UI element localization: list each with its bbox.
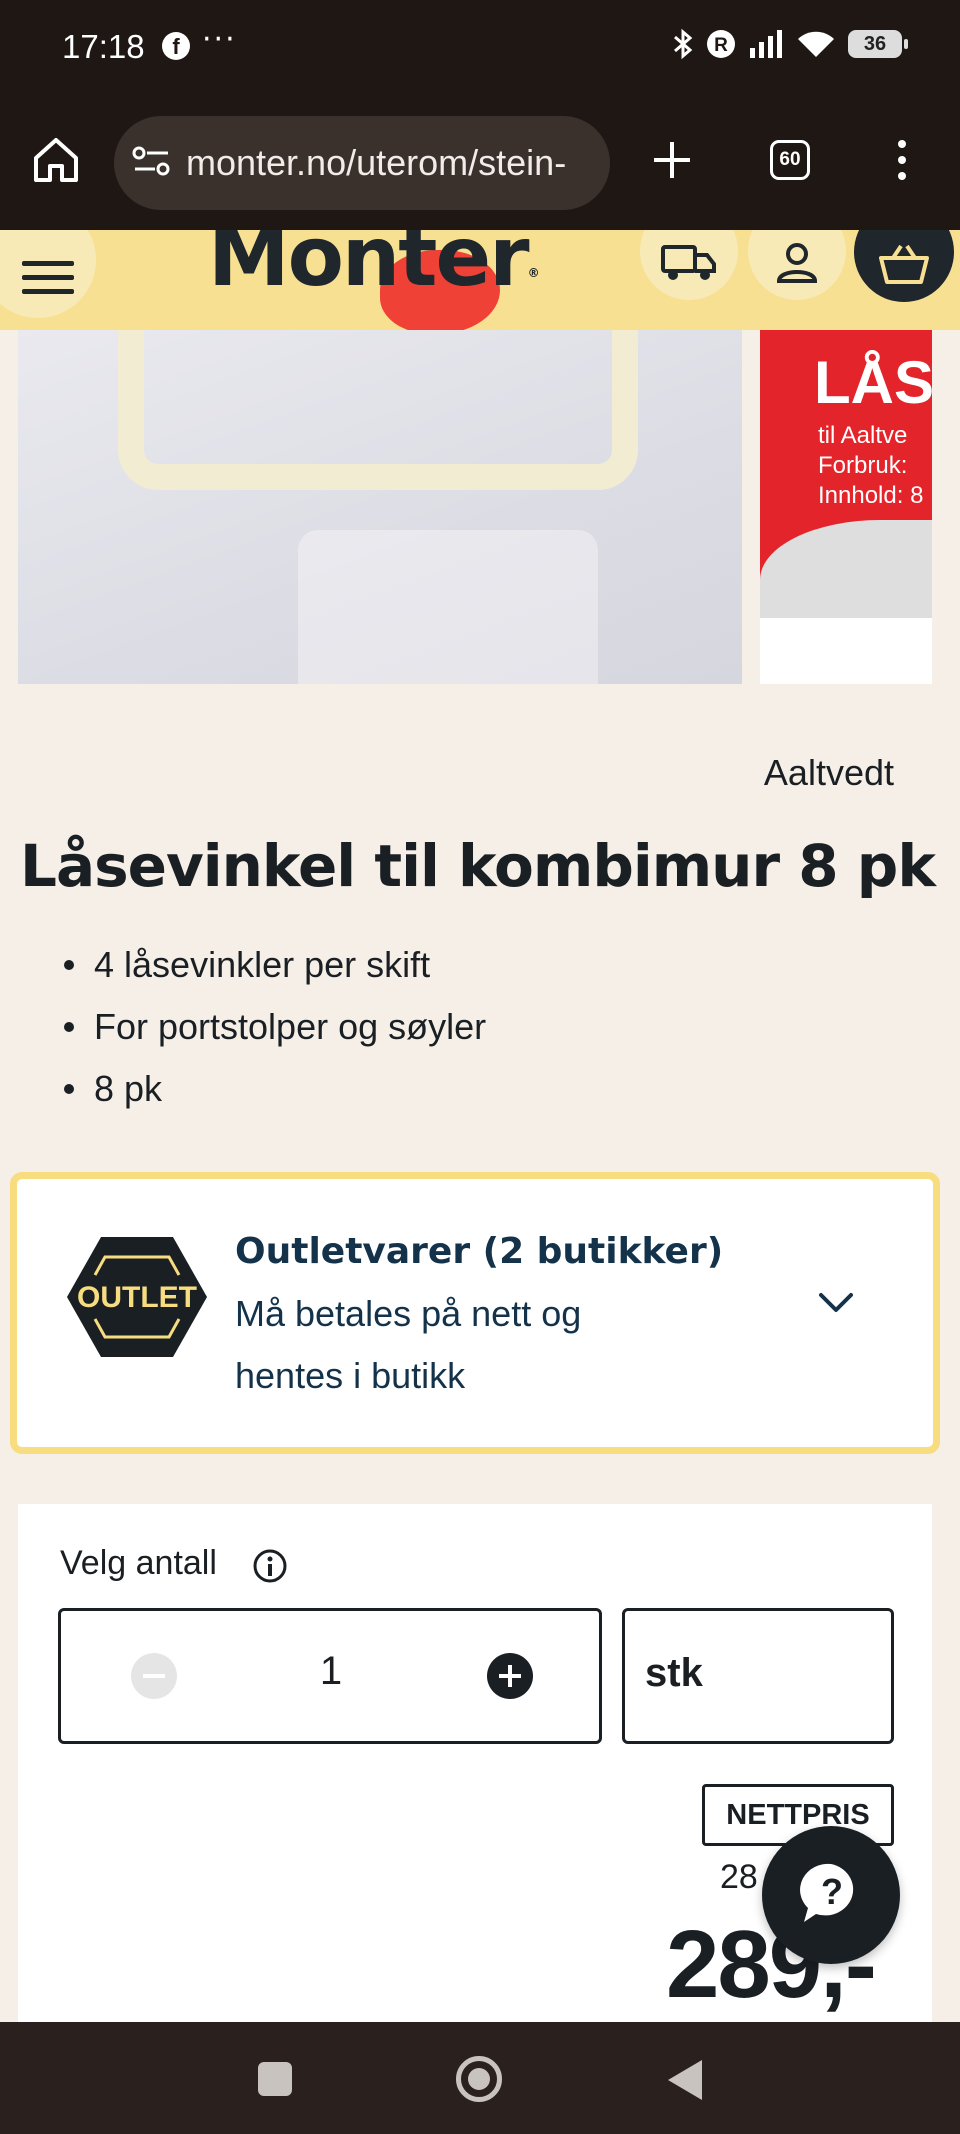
package-title: LÅS: [814, 349, 932, 416]
quantity-stepper[interactable]: 1: [58, 1608, 602, 1744]
back-icon[interactable]: [668, 2060, 702, 2100]
url-text[interactable]: monter.no/uterom/stein-: [186, 142, 566, 184]
product-features: 4 låsevinkler per skift For portstolper …: [64, 934, 486, 1120]
battery-icon: 36: [848, 30, 908, 58]
browser-toolbar: monter.no/uterom/stein- 60: [0, 96, 960, 230]
help-chat-button[interactable]: ?: [762, 1826, 900, 1964]
account-button[interactable]: [748, 230, 846, 300]
facebook-icon: f: [162, 32, 190, 60]
product-photo-handle: [118, 330, 638, 490]
info-icon[interactable]: [252, 1548, 288, 1588]
svg-text:OUTLET: OUTLET: [77, 1281, 197, 1314]
feature-item: 4 låsevinkler per skift: [64, 934, 486, 996]
product-title: Låsevinkel til kombimur 8 pk: [20, 832, 936, 900]
status-bar: 17:18 f ··· R 36: [0, 0, 960, 96]
menu-button[interactable]: [0, 230, 96, 318]
quantity-label: Velg antall: [60, 1544, 217, 1582]
system-icons: R 36: [672, 28, 908, 60]
wifi-icon: [796, 29, 836, 59]
home-icon[interactable]: [30, 134, 82, 190]
cart-icon: [879, 244, 929, 288]
system-navigation-bar: [0, 2022, 960, 2134]
cart-button[interactable]: [854, 230, 954, 302]
home-circle-icon[interactable]: [456, 2056, 502, 2102]
svg-text:?: ?: [821, 1871, 843, 1912]
delivery-button[interactable]: [640, 230, 738, 300]
more-dots-icon: ···: [202, 22, 237, 57]
unit-field: stk: [622, 1608, 894, 1744]
address-bar[interactable]: monter.no/uterom/stein-: [114, 116, 610, 210]
menu-icon: [22, 259, 74, 301]
package-line: Innhold: 8: [818, 482, 924, 509]
outlet-badge-icon: OUTLET: [65, 1235, 209, 1363]
unit-label: stk: [645, 1651, 703, 1695]
recents-icon[interactable]: [258, 2062, 292, 2096]
original-price: 28: [720, 1858, 758, 1896]
package-line: Forbruk:: [818, 452, 908, 479]
monter-logo[interactable]: Monter®: [208, 230, 540, 330]
svg-text:R: R: [714, 35, 728, 56]
question-bubble-icon: ?: [796, 1858, 866, 1932]
site-header: Monter®: [0, 230, 960, 330]
bluetooth-icon: [672, 28, 694, 60]
feature-item: 8 pk: [64, 1058, 486, 1120]
outlet-panel[interactable]: OUTLET Outletvarer (2 butikker) Må betal…: [10, 1172, 940, 1454]
more-menu-icon[interactable]: [888, 138, 916, 186]
product-image-gallery[interactable]: LÅS til Aaltve Forbruk: Innhold: 8: [0, 330, 960, 684]
feature-item: For portstolper og søyler: [64, 996, 486, 1058]
new-tab-icon[interactable]: [650, 138, 694, 186]
product-image[interactable]: [18, 330, 742, 684]
user-icon: [775, 241, 819, 289]
decrease-quantity-button[interactable]: [131, 1653, 177, 1699]
product-image-next[interactable]: LÅS til Aaltve Forbruk: Innhold: 8: [760, 330, 932, 684]
signal-icon: [748, 30, 784, 58]
clock: 17:18: [62, 28, 145, 65]
truck-icon: [661, 243, 717, 287]
outlet-title: Outletvarer (2 butikker): [235, 1231, 724, 1272]
package-line: til Aaltve: [818, 422, 908, 449]
site-settings-icon[interactable]: [132, 144, 172, 182]
chevron-down-icon[interactable]: [817, 1291, 855, 1319]
brand-link[interactable]: Aaltvedt: [764, 752, 894, 794]
product-photo-shape: [298, 530, 598, 684]
increase-quantity-button[interactable]: [487, 1653, 533, 1699]
r-badge-icon: R: [706, 29, 736, 59]
outlet-description: Må betales på nett og hentes i butikk: [235, 1293, 582, 1396]
tab-switcher-button[interactable]: 60: [770, 140, 810, 180]
quantity-input[interactable]: 1: [311, 1649, 351, 1694]
